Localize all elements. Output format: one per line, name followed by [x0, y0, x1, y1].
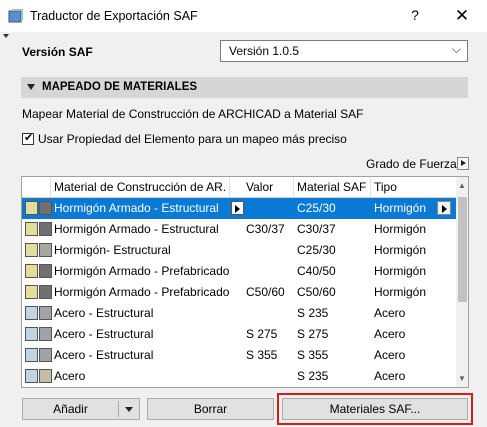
- cell-material: Hormigón- Estructural: [54, 243, 171, 257]
- saf-material-picker-button[interactable]: [437, 201, 451, 215]
- table-row[interactable]: Acero - Estructural S 355 S 355 Acero: [22, 345, 456, 366]
- material-swatch: [25, 243, 38, 257]
- table-header: Material de Construcción de AR... Valor …: [22, 177, 456, 198]
- chevron-down-icon: ⌵: [451, 42, 461, 56]
- column-header-material[interactable]: Material de Construcción de AR...: [54, 180, 226, 194]
- close-button[interactable]: ✕: [450, 5, 474, 27]
- version-select[interactable]: Versión 1.0.5 ⌵: [220, 40, 468, 62]
- material-swatch: [39, 264, 52, 278]
- material-swatch: [25, 264, 38, 278]
- cell-type: Hormigón: [374, 285, 427, 299]
- cell-value: C30/37: [246, 222, 285, 236]
- add-button[interactable]: Añadir: [22, 398, 140, 420]
- section-title: MAPEADO DE MATERIALES: [42, 81, 198, 93]
- strength-grade-button[interactable]: [457, 157, 469, 170]
- material-swatch: [39, 222, 52, 236]
- window-title: Traductor de Exportación SAF: [30, 9, 198, 23]
- material-swatch: [25, 285, 38, 299]
- cell-saf-material: S 275: [297, 327, 329, 341]
- element-property-checkbox[interactable]: ✔: [22, 132, 34, 145]
- cell-material: Acero - Estructural: [54, 306, 154, 320]
- material-swatch: [25, 327, 38, 341]
- material-swatch: [25, 369, 38, 383]
- cell-type: Hormigón: [374, 264, 427, 278]
- scroll-down-icon[interactable]: ▼: [458, 374, 466, 383]
- material-mapping-table[interactable]: Material de Construcción de AR... Valor …: [21, 176, 469, 388]
- column-header-value[interactable]: Valor: [246, 180, 273, 194]
- table-row[interactable]: Acero - Estructural S 275 S 275 Acero: [22, 324, 456, 345]
- cell-saf-material: S 235: [297, 306, 329, 320]
- cell-material: Acero - Estructural: [54, 327, 154, 341]
- table-row[interactable]: Hormigón Armado - Prefabricado C40/50 Horm…: [22, 261, 456, 282]
- cell-saf-material: C25/30: [297, 243, 336, 257]
- cell-material: Acero - Estructural: [54, 348, 154, 362]
- split-divider: [118, 401, 119, 417]
- cell-type: Hormigón: [374, 201, 427, 215]
- table-row[interactable]: Hormigón Armado - Estructural C25/30 Hormi…: [22, 198, 456, 219]
- cell-type: Hormigón: [374, 243, 427, 257]
- material-swatch: [39, 285, 52, 299]
- vertical-scrollbar[interactable]: ▲ ▼: [456, 177, 468, 387]
- table-row[interactable]: Hormigón Armado - Estructural C30/37 C30/3…: [22, 219, 456, 240]
- mapping-description: Mapear Material de Construcción de ARCHI…: [22, 107, 364, 121]
- cell-material: Acero: [54, 369, 86, 383]
- table-row[interactable]: Hormigón Armado - Prefabricado C50/60 C50/…: [22, 282, 456, 303]
- cell-saf-material: C30/37: [297, 222, 336, 236]
- help-button[interactable]: ?: [405, 7, 425, 25]
- cell-saf-material: C50/60: [297, 285, 336, 299]
- collapse-arrow-icon[interactable]: [3, 34, 9, 38]
- add-button-label: Añadir: [53, 402, 88, 416]
- cell-material: Hormigón Armado - Estructural: [54, 222, 219, 236]
- section-header-material-mapping[interactable]: MAPEADO DE MATERIALES: [21, 77, 468, 98]
- material-swatch: [39, 348, 52, 362]
- material-swatch: [25, 201, 38, 215]
- material-swatch: [25, 348, 38, 362]
- cell-material: Hormigón Armado - Estructural: [54, 201, 219, 215]
- cell-saf-material: C40/50: [297, 264, 336, 278]
- element-property-checkbox-label: Usar Propiedad del Elemento para un mape…: [38, 132, 347, 146]
- cell-saf-material: C25/30: [297, 201, 336, 215]
- material-swatch: [25, 222, 38, 236]
- cell-saf-material: S 235: [297, 369, 329, 383]
- cell-saf-material: S 355: [297, 348, 329, 362]
- app-icon: [8, 9, 23, 23]
- dropdown-arrow-icon[interactable]: [125, 407, 133, 412]
- material-swatch: [39, 306, 52, 320]
- material-swatch: [39, 327, 52, 341]
- cell-value: S 275: [246, 327, 278, 341]
- cell-type: Acero: [374, 369, 406, 383]
- version-label: Versión SAF: [22, 45, 93, 59]
- material-swatch: [25, 306, 38, 320]
- delete-button[interactable]: Borrar: [147, 398, 274, 420]
- material-swatch: [39, 243, 52, 257]
- cell-value: C50/60: [246, 285, 285, 299]
- table-row[interactable]: Acero - Estructural S 235 Acero: [22, 303, 456, 324]
- checkmark-icon: ✔: [24, 132, 34, 144]
- version-select-value: Versión 1.0.5: [229, 44, 300, 58]
- cell-value: S 355: [246, 348, 278, 362]
- table-row[interactable]: Acero S 235 Acero: [22, 366, 456, 387]
- cell-type: Acero: [374, 306, 406, 320]
- cell-material: Hormigón Armado - Prefabricado: [54, 285, 230, 299]
- scrollbar-thumb[interactable]: [458, 197, 467, 302]
- scroll-up-icon[interactable]: ▲: [458, 181, 466, 190]
- expand-triangle-icon: [27, 84, 35, 90]
- highlight-box: [277, 393, 473, 425]
- cell-type: Acero: [374, 327, 406, 341]
- cell-material: Hormigón Armado - Prefabricado: [54, 264, 230, 278]
- title-bar: Traductor de Exportación SAF ? ✕: [0, 0, 487, 32]
- cell-type: Hormigón: [374, 222, 427, 236]
- material-swatch: [39, 369, 52, 383]
- column-header-type[interactable]: Tipo: [374, 180, 397, 194]
- value-picker-button[interactable]: [231, 201, 244, 215]
- strength-grade-label: Grado de Fuerza: [366, 157, 457, 171]
- table-row[interactable]: Hormigón- Estructural C25/30 Hormigón: [22, 240, 456, 261]
- cell-type: Acero: [374, 348, 406, 362]
- material-swatch: [39, 201, 52, 215]
- column-header-saf-material[interactable]: Material SAF: [297, 180, 366, 194]
